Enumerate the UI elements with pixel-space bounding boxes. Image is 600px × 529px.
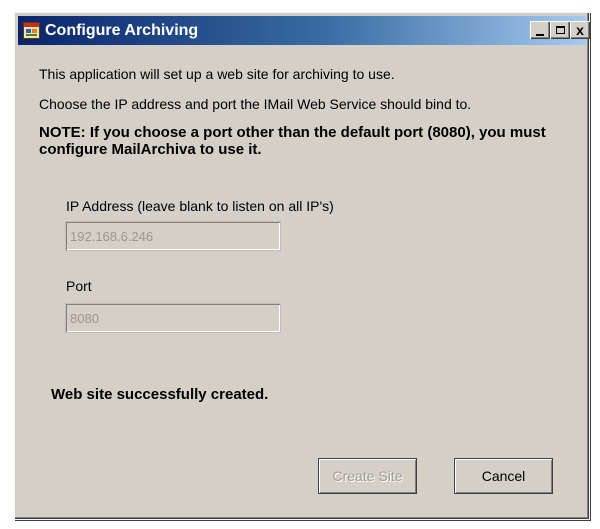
- maximize-button[interactable]: [550, 21, 570, 39]
- create-site-button[interactable]: Create Site: [318, 458, 417, 494]
- cancel-button[interactable]: Cancel: [454, 458, 553, 494]
- close-icon: x: [576, 21, 584, 38]
- ip-address-field[interactable]: [65, 221, 281, 251]
- status-message: Web site successfully created.: [51, 386, 269, 403]
- application-window-icon: [23, 22, 40, 39]
- intro-text-line-2: Choose the IP address and port the IMail…: [39, 96, 472, 112]
- title-bar[interactable]: Configure Archiving x: [18, 16, 590, 45]
- intro-text-line-1: This application will set up a web site …: [39, 66, 395, 82]
- port-label: Port: [66, 278, 92, 294]
- minimize-button[interactable]: [530, 21, 550, 39]
- close-button[interactable]: x: [570, 21, 590, 39]
- minimize-icon: [536, 33, 544, 36]
- port-field[interactable]: [65, 303, 281, 333]
- maximize-icon: [555, 26, 565, 34]
- port-note: NOTE: If you choose a port other than th…: [39, 124, 546, 158]
- ip-address-label: IP Address (leave blank to listen on all…: [66, 198, 334, 214]
- window-title: Configure Archiving: [45, 22, 199, 39]
- configure-archiving-dialog: Configure Archiving x This application w…: [14, 12, 590, 520]
